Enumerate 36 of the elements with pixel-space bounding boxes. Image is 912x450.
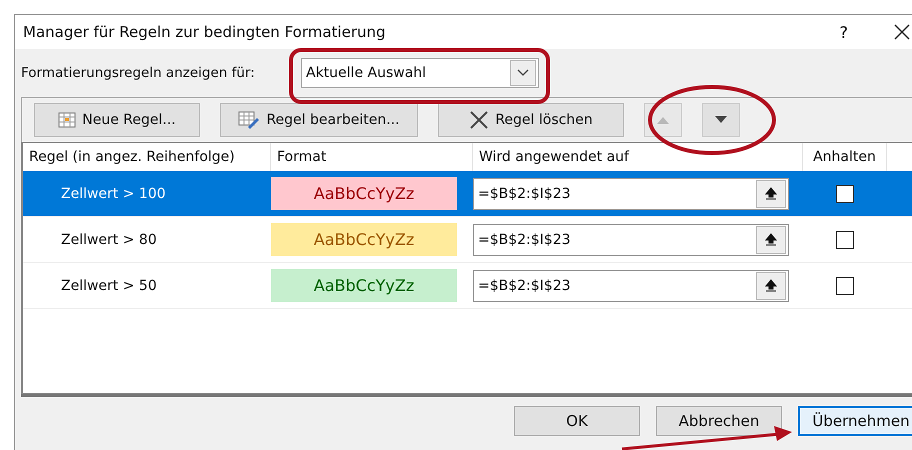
triangle-up-icon xyxy=(656,116,670,124)
delete-rule-button[interactable]: Regel löschen xyxy=(438,103,624,137)
rule-text: Zellwert > 100 xyxy=(60,186,166,202)
window-title: Manager für Regeln zur bedingten Formatierung xyxy=(23,23,387,41)
dialog-button[interactable]: Abbrechen xyxy=(656,406,782,436)
format-preview: AaBbCcYyZz xyxy=(271,269,457,302)
dialog-button[interactable]: OK xyxy=(514,406,640,436)
format-preview: AaBbCcYyZz xyxy=(271,223,457,256)
chevron-down-icon xyxy=(517,69,529,77)
stop-checkbox[interactable] xyxy=(836,276,854,294)
rule-text: Zellwert > 50 xyxy=(60,278,157,294)
triangle-down-icon xyxy=(714,116,728,124)
collapse-arrow-icon xyxy=(765,187,777,200)
table-icon xyxy=(58,112,76,128)
stop-checkbox[interactable] xyxy=(836,230,854,248)
collapse-arrow-icon xyxy=(765,233,777,246)
new-rule-button[interactable]: Neue Regel... xyxy=(34,103,200,137)
help-button[interactable]: ? xyxy=(840,22,848,42)
range-field[interactable]: =$B$2:$I$23 xyxy=(473,178,789,210)
dialog-button[interactable]: Übernehmen xyxy=(798,406,912,436)
x-icon xyxy=(469,111,490,129)
table-pencil-icon xyxy=(238,111,260,129)
rule-row[interactable]: Zellwert > 50 AaBbCcYyZz =$B$2:$I$23 xyxy=(23,263,912,309)
range-field[interactable]: =$B$2:$I$23 xyxy=(473,224,789,256)
stop-checkbox[interactable] xyxy=(836,184,854,202)
scope-dropdown[interactable]: Aktuelle Auswahl xyxy=(301,58,539,88)
filter-label: Formatierungsregeln anzeigen für: xyxy=(21,65,256,81)
collapse-arrow-icon xyxy=(765,279,777,292)
rule-row[interactable]: Zellwert > 80 AaBbCcYyZz =$B$2:$I$23 xyxy=(23,217,912,263)
rule-text: Zellwert > 80 xyxy=(60,232,157,248)
edit-rule-button[interactable]: Regel bearbeiten... xyxy=(220,103,418,137)
range-field[interactable]: =$B$2:$I$23 xyxy=(473,270,789,302)
rule-row[interactable]: Zellwert > 100 AaBbCcYyZz =$B$2:$I$23 xyxy=(23,171,912,217)
close-icon[interactable] xyxy=(894,24,910,40)
format-preview: AaBbCcYyZz xyxy=(271,177,457,210)
move-down-button[interactable] xyxy=(702,103,740,137)
